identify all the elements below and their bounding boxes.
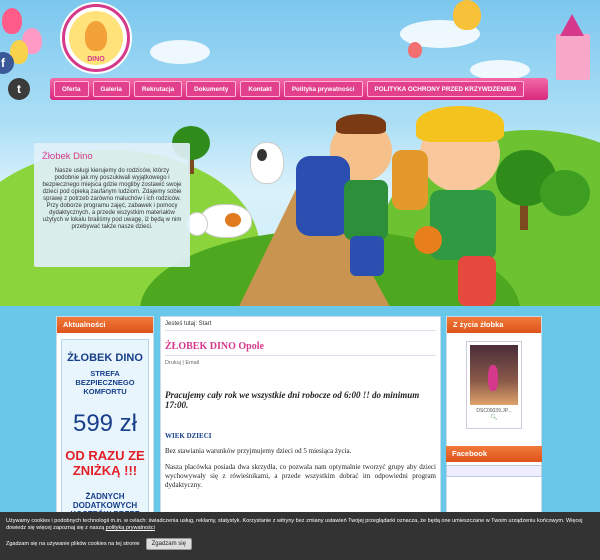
promo-price: 599 zł — [72, 410, 138, 437]
castle — [556, 34, 590, 80]
cloud — [470, 60, 530, 80]
news-heading: Aktualności — [57, 317, 153, 333]
gallery-heading: Z życia żłobka — [447, 317, 541, 333]
main-column: Jesteś tutaj: Start ŻŁOBEK DINO Opole Dr… — [160, 316, 441, 526]
nav-item-dokumenty[interactable]: Dokumenty — [186, 81, 237, 97]
girl-dress — [458, 256, 496, 306]
twitter-icon[interactable]: t — [8, 78, 30, 100]
hot-air-balloon — [408, 42, 422, 58]
boy-legs — [350, 236, 384, 276]
nav-item-polityka-prywatnosci[interactable]: Polityka prywatności — [283, 81, 363, 97]
main-nav: Oferta Galeria Rekrutacja Dokumenty Kont… — [50, 78, 548, 100]
privacy-policy-link[interactable]: polityką prywatności — [106, 525, 155, 531]
hot-air-balloon — [453, 0, 481, 30]
section-heading: WIEK DZIECI — [165, 432, 212, 440]
cookie-text: Używamy cookies i podobnych technologii … — [6, 518, 583, 531]
facebook-widget[interactable] — [446, 465, 542, 477]
nav-item-galeria[interactable]: Galeria — [92, 81, 130, 97]
lead-text: Pracujemy cały rok we wszystkie dni robo… — [165, 390, 420, 410]
nav-item-kontakt[interactable]: Kontakt — [240, 81, 280, 97]
photo-thumbnail — [470, 345, 518, 405]
intro-box: Żłobek Dino Nasze usługi kierujemy do ro… — [34, 143, 190, 267]
promo-banner[interactable]: ŻŁOBEK DINO STREFA BEZPIECZNEGO KOMFORTU… — [61, 339, 149, 519]
nav-item-oferta[interactable]: Oferta — [54, 81, 89, 97]
print-email-links[interactable]: Drukuj | Email — [165, 360, 436, 366]
page-title: ŻŁOBEK DINO Opole — [165, 341, 436, 356]
promo-line1: ŻŁOBEK DINO — [67, 352, 143, 364]
castle-roof — [560, 14, 584, 36]
dog — [250, 142, 284, 184]
breadcrumb: Jesteś tutaj: Start — [165, 321, 436, 331]
intro-title: Żłobek Dino — [42, 151, 93, 162]
cookie-bar: Używamy cookies i podobnych technologii … — [0, 512, 600, 560]
cloud — [150, 40, 210, 64]
cookie-agree-text: Zgadzam się na używanie plików cookies n… — [6, 541, 140, 547]
site-logo[interactable]: DINO — [62, 4, 130, 72]
intro-text: Nasze usługi kierujemy do rodziców, któr… — [42, 168, 182, 230]
dino-icon — [85, 21, 107, 51]
girl-pigtail — [392, 150, 428, 210]
left-column: Aktualności ŻŁOBEK DINO STREFA BEZPIECZN… — [56, 316, 154, 526]
paragraph: Nasza placówka posiada dwa skrzydła, co … — [165, 463, 436, 489]
tree — [540, 170, 590, 216]
nav-item-rekrutacja[interactable]: Rekrutacja — [133, 81, 183, 97]
boy-backpack — [296, 156, 350, 236]
gallery-photo[interactable]: DSC00039.JP... 🔍︎ — [466, 341, 522, 429]
girl-bag — [414, 226, 442, 254]
zoom-icon[interactable]: 🔍︎ — [470, 414, 518, 421]
right-column: Z życia żłobka DSC00039.JP... 🔍︎ — [446, 316, 542, 526]
nav-item-polityka-ochrony[interactable]: POLITYKA OCHRONY PRZED KRZYWDZENIEM — [366, 81, 525, 97]
girl-head — [416, 106, 504, 192]
logo-text: DINO — [87, 56, 105, 63]
facebook-heading: Facebook — [446, 446, 542, 462]
promo-line3: OD RAZU ZE ZNIŻKĄ !!! — [65, 448, 145, 478]
promo-line2: STREFA BEZPIECZNEGO KOMFORTU — [75, 369, 135, 396]
boy-body — [344, 180, 388, 240]
girl-body — [430, 190, 496, 260]
accept-cookies-button[interactable]: Zgadzam się — [145, 538, 192, 550]
paragraph: Bez stawiania warunków przyjmujemy dziec… — [165, 447, 352, 455]
balloon — [2, 8, 22, 34]
